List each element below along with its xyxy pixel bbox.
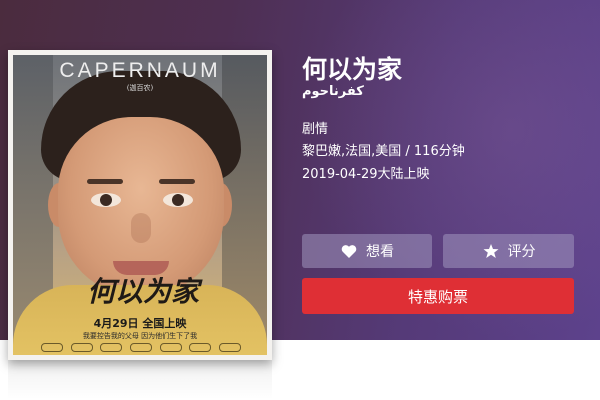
star-icon xyxy=(482,242,500,260)
buy-ticket-button[interactable]: 特惠购票 xyxy=(302,278,574,314)
poster-title-en: CAPERNAUM xyxy=(59,59,221,82)
poster-image: CAPERNAUM (迦百农) 何以为家 4月29日 全国上映 我要控告我的父母… xyxy=(13,55,267,355)
poster-reflection xyxy=(8,360,272,400)
movie-original-title: كفرناحوم xyxy=(302,84,364,99)
laurel-icon xyxy=(70,343,93,352)
poster-calligraphy-title: 何以为家 xyxy=(86,275,199,308)
want-to-see-label: 想看 xyxy=(366,244,394,260)
movie-title: 何以为家 xyxy=(302,55,403,84)
poster-award-laurels xyxy=(41,343,241,352)
heart-icon xyxy=(340,242,358,260)
poster-brow-right xyxy=(159,179,195,184)
poster-brow-left xyxy=(87,179,123,184)
laurel-icon xyxy=(129,343,152,352)
movie-poster[interactable]: CAPERNAUM (迦百农) 何以为家 4月29日 全国上映 我要控告我的父母… xyxy=(8,50,272,360)
laurel-icon xyxy=(218,343,241,352)
poster-tagline: 我要控告我的父母 因为他们生下了我 xyxy=(82,332,198,340)
poster-eye-left xyxy=(91,193,121,207)
rate-label: 评分 xyxy=(507,244,536,260)
laurel-icon xyxy=(189,343,212,352)
movie-region-duration: 黎巴嫩,法国,美国 / 116分钟 xyxy=(302,144,465,159)
movie-genre: 剧情 xyxy=(302,122,329,137)
poster-release-line: 4月29日 全国上映 xyxy=(93,317,187,330)
poster-subtitle: (迦百农) xyxy=(126,84,154,92)
poster-eye-right xyxy=(163,193,193,207)
rate-button[interactable]: 评分 xyxy=(443,234,574,268)
buy-ticket-label: 特惠购票 xyxy=(407,287,468,306)
movie-release-date: 2019-04-29大陆上映 xyxy=(302,167,430,182)
want-to-see-button[interactable]: 想看 xyxy=(302,234,432,268)
laurel-icon xyxy=(41,343,63,352)
laurel-icon xyxy=(100,343,123,352)
poster-nose xyxy=(131,213,151,243)
laurel-icon xyxy=(159,343,182,352)
